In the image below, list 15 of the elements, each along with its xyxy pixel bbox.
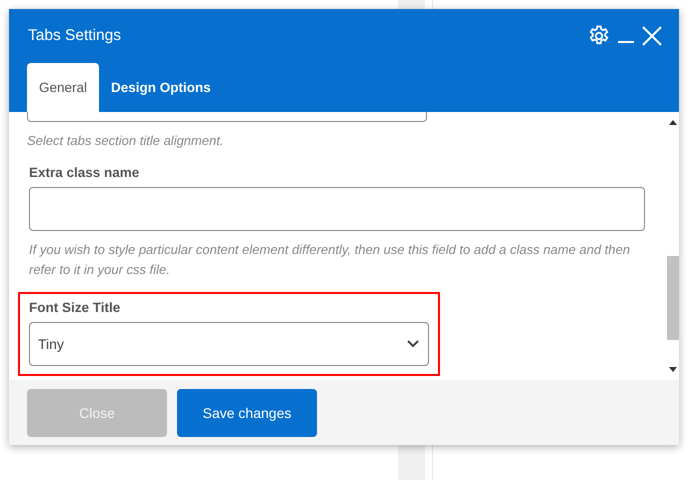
select-field[interactable]: Tiny — [29, 322, 429, 366]
chevron-icon — [406, 339, 420, 349]
help-text: If you wish to style particular content element differently, then use this field to add a class name and then refer to it in your css file. — [29, 241, 631, 279]
input-field[interactable] — [27, 112, 427, 122]
help-text: Select tabs section title alignment. — [27, 132, 225, 150]
close-icon[interactable] — [641, 25, 663, 47]
save-button[interactable]: Save changes — [177, 388, 317, 436]
input-field[interactable] — [29, 187, 645, 231]
scroll-down-icon[interactable] — [668, 367, 676, 373]
field-label: Extra class name — [29, 165, 140, 180]
scroll-up-icon[interactable] — [668, 119, 676, 125]
tab[interactable]: Design Options — [99, 63, 223, 112]
tab[interactable]: General — [27, 63, 100, 112]
dialog-title: Tabs Settings — [28, 27, 122, 45]
field-label: Font Size Title — [29, 300, 122, 315]
